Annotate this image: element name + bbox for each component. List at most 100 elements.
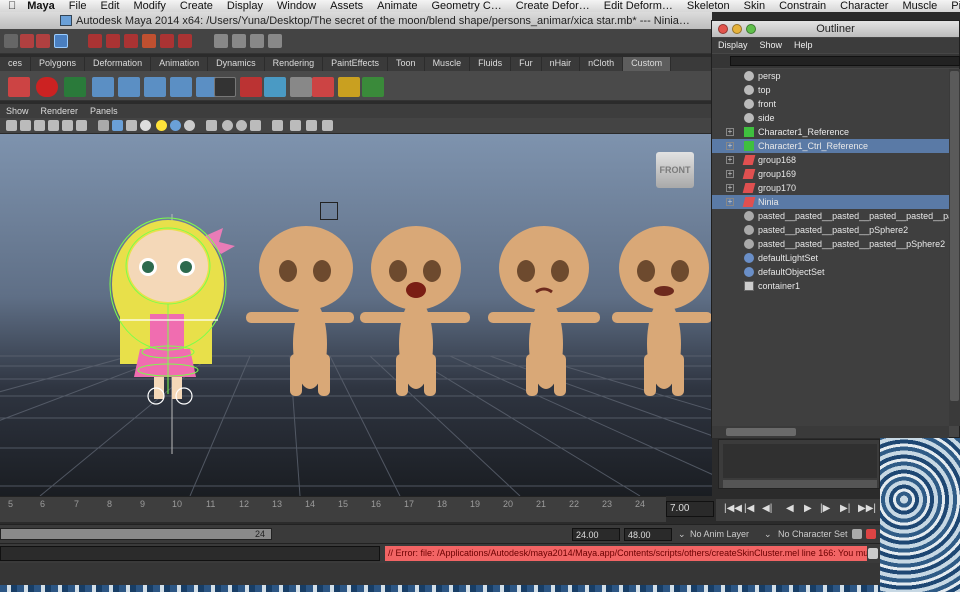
anim-end-field[interactable]: 48.00 — [624, 528, 672, 541]
xray-joints-icon[interactable] — [236, 120, 247, 131]
menu-geometry-cache[interactable]: Geometry C… — [425, 0, 509, 12]
preferences-icon[interactable] — [866, 529, 876, 539]
pick-surface-icon[interactable] — [142, 34, 156, 48]
outliner-item-default-object-set[interactable]: defaultObjectSet — [712, 265, 949, 279]
shelf-tab-rendering[interactable]: Rendering — [265, 57, 324, 71]
menu-display[interactable]: Display — [220, 0, 270, 12]
outliner-item-character1-reference[interactable]: + Character1_Reference — [712, 125, 949, 139]
shelf-constraint-icon[interactable] — [64, 77, 86, 97]
shelf-tab-ncloth[interactable]: nCloth — [580, 57, 624, 71]
outliner-scroll-thumb[interactable] — [950, 71, 959, 401]
menu-maya[interactable]: Maya — [20, 0, 62, 12]
menu-edit[interactable]: Edit — [94, 0, 127, 12]
shelf-tab-dynamics[interactable]: Dynamics — [208, 57, 265, 71]
outliner-item-group168[interactable]: + group168 — [712, 153, 949, 167]
frame-all-icon[interactable] — [290, 120, 301, 131]
key-icon[interactable] — [852, 529, 862, 539]
shelf-tab-muscle[interactable]: Muscle — [425, 57, 471, 71]
menu-assets[interactable]: Assets — [323, 0, 370, 12]
go-to-start-button[interactable]: |◀◀ — [724, 503, 742, 514]
outliner-item-persp[interactable]: persp — [712, 69, 949, 83]
shelf-cluster-icon[interactable] — [338, 77, 360, 97]
expand-icon[interactable]: + — [726, 184, 734, 192]
menu-window[interactable]: Window — [270, 0, 323, 12]
outliner-item-container1[interactable]: container1 — [712, 279, 949, 293]
anim-layer-dropdown-icon[interactable]: ⌄ — [678, 529, 686, 540]
shelf-ik2-icon[interactable] — [118, 77, 140, 97]
step-forward-frame-button[interactable]: |▶ — [820, 503, 830, 514]
go-to-end-button[interactable]: ▶▶| — [858, 503, 876, 514]
panel-menu-show[interactable]: Show — [0, 104, 35, 118]
shelf-tab-fur[interactable]: Fur — [511, 57, 542, 71]
snap-point-icon[interactable] — [250, 34, 264, 48]
zoom-icon[interactable] — [746, 24, 756, 34]
script-editor-icon[interactable] — [868, 548, 878, 559]
expand-icon[interactable]: + — [726, 198, 734, 206]
outliner-vertical-scrollbar[interactable] — [949, 69, 960, 426]
shelf-tab-nhair[interactable]: nHair — [542, 57, 581, 71]
menu-create-deformers[interactable]: Create Defor… — [509, 0, 597, 12]
current-time-field[interactable]: 7.00 — [666, 501, 714, 517]
outliner-menu-display[interactable]: Display — [712, 38, 754, 53]
panel-menu-panels[interactable]: Panels — [84, 104, 124, 118]
figure-3[interactable] — [488, 226, 600, 396]
menu-skin[interactable]: Skin — [737, 0, 772, 12]
range-end-field[interactable]: 24.00 — [572, 528, 620, 541]
pick-dynamic-icon[interactable] — [178, 34, 192, 48]
camera-attrs-icon[interactable] — [6, 120, 17, 131]
outliner-menu-help[interactable]: Help — [788, 38, 819, 53]
menu-create[interactable]: Create — [173, 0, 220, 12]
ao-icon[interactable] — [184, 120, 195, 131]
bookmark-icon[interactable] — [272, 120, 283, 131]
film-gate-icon[interactable] — [34, 120, 45, 131]
outliner-item-front[interactable]: front — [712, 97, 949, 111]
lights-icon[interactable] — [156, 120, 167, 131]
xray-icon[interactable] — [222, 120, 233, 131]
shelf-tab-custom[interactable]: Custom — [623, 57, 672, 71]
time-slider[interactable]: 5 6 7 8 9 10 11 12 13 14 15 16 17 18 19 … — [0, 496, 666, 522]
character-set-dropdown-icon[interactable]: ⌄ — [764, 529, 772, 540]
safe-action-icon[interactable] — [62, 120, 73, 131]
shelf-tab-painteffects[interactable]: PaintEffects — [323, 57, 389, 71]
menu-constrain[interactable]: Constrain — [772, 0, 833, 12]
step-back-key-button[interactable]: |◀ — [744, 503, 754, 514]
shelf-ik-icon[interactable] — [92, 77, 114, 97]
pick-deform-icon[interactable] — [160, 34, 174, 48]
grid-icon[interactable] — [20, 120, 31, 131]
menu-muscle[interactable]: Muscle — [895, 0, 944, 12]
shelf-blend-icon[interactable] — [264, 77, 286, 97]
resolution-gate-icon[interactable] — [48, 120, 59, 131]
select-object-icon[interactable] — [36, 34, 50, 48]
outliner-item-group170[interactable]: + group170 — [712, 181, 949, 195]
select-hierarchy-icon[interactable] — [20, 34, 34, 48]
menu-set-icon[interactable] — [4, 34, 18, 48]
menu-pipeline-cache[interactable]: Pipeline Cach — [944, 0, 960, 12]
outliner-item-ninia[interactable]: + Ninia — [712, 195, 949, 209]
frame-selected-icon[interactable] — [306, 120, 317, 131]
anim-layer-dropdown[interactable]: No Anim Layer — [690, 529, 749, 539]
menu-modify[interactable]: Modify — [126, 0, 172, 12]
viewport-3d[interactable]: FRONT — [0, 134, 712, 496]
menu-file[interactable]: File — [62, 0, 94, 12]
shadows-icon[interactable] — [170, 120, 181, 131]
range-slider-bar[interactable]: 24 — [0, 528, 272, 540]
shelf-tab-surfaces[interactable]: ces — [0, 57, 32, 71]
close-icon[interactable] — [718, 24, 728, 34]
shelf-tab-animation[interactable]: Animation — [151, 57, 209, 71]
panel-menu-renderer[interactable]: Renderer — [35, 104, 85, 118]
character-set-dropdown[interactable]: No Character Set — [778, 529, 848, 539]
outliner-item-pasted-2[interactable]: pasted__pasted__pasted__pSphere2 — [712, 223, 949, 237]
outliner-hscroll-thumb[interactable] — [726, 428, 796, 436]
checker-icon[interactable] — [140, 120, 151, 131]
shelf-bind-icon[interactable] — [240, 77, 262, 97]
step-forward-key-button[interactable]: ▶| — [840, 503, 850, 514]
step-back-frame-button[interactable]: ◀| — [762, 503, 772, 514]
outliner-item-character1-ctrl-reference[interactable]: + Character1_Ctrl_Reference — [712, 139, 949, 153]
hud-icon[interactable] — [250, 120, 261, 131]
outliner-filter-input[interactable] — [730, 56, 960, 66]
figure-2[interactable] — [360, 226, 470, 396]
expand-icon[interactable]: + — [726, 156, 734, 164]
figure-4[interactable] — [612, 226, 712, 396]
command-input[interactable] — [0, 546, 380, 561]
outliner-item-pasted-3[interactable]: pasted__pasted__pasted__pasted__pSphere2 — [712, 237, 949, 251]
